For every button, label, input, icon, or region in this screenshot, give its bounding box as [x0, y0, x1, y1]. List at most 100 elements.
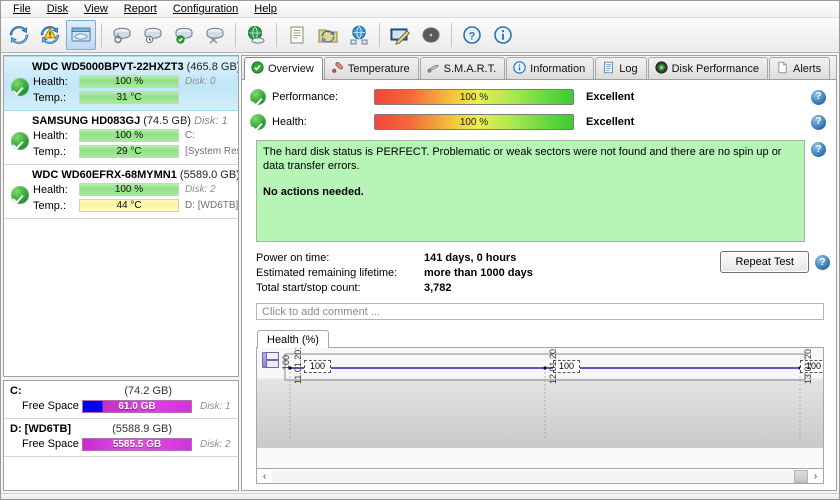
start-stop-count-label: Total start/stop count: — [256, 282, 361, 294]
help-question-icon[interactable] — [815, 255, 830, 270]
status-action-text: No actions needed. — [263, 186, 364, 198]
menu-view[interactable]: View — [76, 2, 116, 16]
tab-disk-performance-label: Disk Performance — [671, 62, 759, 75]
refresh-icon[interactable] — [4, 20, 34, 50]
chart-y-axis-label: 100 — [281, 354, 291, 370]
disk-temp-bar-2: 44 °C — [79, 199, 179, 212]
thermometer-icon — [331, 61, 344, 77]
disk-side-bottom-2: D: [WD6TB] — [185, 200, 239, 211]
chart-tab-health[interactable]: Health (%) — [257, 330, 329, 348]
chart-scroll-thumb[interactable] — [794, 469, 808, 483]
disk-ok-icon[interactable] — [169, 20, 199, 50]
volume-name-d: D: [WD6TB] — [10, 423, 72, 435]
menu-view-label: View — [84, 3, 108, 15]
volume-capacity-d: (5588.9 GB) — [112, 423, 172, 435]
tab-temperature[interactable]: Temperature — [323, 57, 419, 79]
menu-help[interactable]: Help — [246, 2, 285, 16]
chart-horizontal-scrollbar[interactable]: ‹ › — [256, 469, 824, 484]
performance-label: Performance: — [272, 91, 339, 103]
status-message-row: The hard disk status is PERFECT. Problem… — [250, 136, 830, 242]
disk-platter-icon[interactable] — [416, 20, 446, 50]
performance-rating: Excellent — [586, 91, 635, 103]
repeat-test-button[interactable]: Repeat Test — [720, 251, 809, 273]
chart-scroll-right-arrow[interactable]: › — [808, 470, 823, 483]
chart-tab-strip: Health (%) — [256, 328, 824, 348]
tab-information[interactable]: Information — [506, 57, 595, 79]
volume-free-row-c: Free Space 61.0 GB Disk: 1 — [10, 398, 234, 414]
ok-check-icon — [11, 132, 29, 150]
disk-list-item-2[interactable]: WDC WD60EFRX-68MYMN1 (5589.0 GB) Health:… — [4, 165, 238, 219]
disk-metrics-0: Health: 100 % Disk: 0 Temp.: 31 °C — [8, 74, 234, 106]
tab-log[interactable]: Log — [595, 57, 647, 79]
tab-smart[interactable]: S.M.A.R.T. — [419, 57, 506, 79]
disk-lock-icon[interactable] — [107, 20, 137, 50]
menu-file[interactable]: File — [5, 2, 39, 16]
window-icon[interactable] — [66, 20, 96, 50]
disk-side-top-1: C: — [185, 130, 195, 141]
main-split: WDC WD5000BPVT-22HXZT3 (465.8 GB) Health… — [1, 53, 839, 493]
tab-disk-performance[interactable]: Disk Performance — [647, 57, 768, 79]
chart-x-tick-2: 13.01.2015 — [803, 347, 813, 384]
menu-disk[interactable]: Disk — [39, 2, 76, 16]
chart-x-tick-1: 12.01.2015 — [548, 347, 558, 384]
volume-item-c[interactable]: C: (74.2 GB) Free Space 61.0 GB Disk: 1 — [4, 381, 238, 419]
health-chart-plot-area: 100 100 100 100 11.01.2015 12.01.2015 13… — [256, 347, 824, 469]
help-question-icon[interactable] — [811, 142, 826, 157]
help-question-icon[interactable]: ? — [457, 20, 487, 50]
menu-file-label: File — [13, 3, 31, 15]
comment-input[interactable]: Click to add comment ... — [256, 303, 824, 320]
status-message-box: The hard disk status is PERFECT. Problem… — [256, 140, 805, 242]
disk-list-item-1[interactable]: SAMSUNG HD083GJ (74.5 GB) Disk: 1 Health… — [4, 111, 238, 165]
sync-folder-icon[interactable] — [313, 20, 343, 50]
health-value: 100 % — [459, 116, 489, 128]
disk-health-bar-0: 100 % — [79, 75, 179, 88]
health-label: Health: — [272, 116, 307, 128]
disk-health-row-2: Health: 100 % Disk: 2 — [33, 182, 238, 197]
disk-temp-bar-1: 29 °C — [79, 145, 179, 158]
toolbar-separator — [101, 23, 102, 47]
tab-alerts-label: Alerts — [792, 62, 822, 75]
volume-free-bar-c: 61.0 GB — [82, 399, 192, 413]
disk-temp-label-0: Temp.: — [33, 91, 67, 104]
help-question-icon[interactable] — [811, 114, 826, 130]
chart-scroll-track[interactable] — [272, 469, 808, 483]
globe-disk-icon[interactable] — [241, 20, 271, 50]
disk-list-item-0[interactable]: WDC WD5000BPVT-22HXZT3 (465.8 GB) Health… — [4, 56, 238, 111]
volume-item-d[interactable]: D: [WD6TB] (5588.9 GB) Free Space 5585.5… — [4, 419, 238, 457]
help-question-icon[interactable] — [811, 89, 826, 105]
tab-alerts[interactable]: Alerts — [768, 57, 831, 79]
tab-overview[interactable]: Overview — [244, 57, 323, 80]
tab-smart-label: S.M.A.R.T. — [443, 62, 497, 75]
report-icon[interactable] — [282, 20, 312, 50]
menu-configuration[interactable]: Configuration — [165, 2, 246, 16]
toolbar-separator — [379, 23, 380, 47]
disk-health-bar-2: 100 % — [79, 183, 179, 196]
volume-title-d: D: [WD6TB] (5588.9 GB) — [10, 422, 234, 436]
disk-model-0: WDC WD5000BPVT-22HXZT3 — [32, 61, 184, 73]
disk-temp-bar-0: 31 °C — [79, 91, 179, 104]
volume-free-bar-d: 5585.5 GB — [82, 437, 192, 451]
disk-side-top-0: Disk: 0 — [185, 76, 216, 87]
disk-capacity-2: (5589.0 GB) — [179, 169, 239, 181]
disk-tools-icon[interactable] — [200, 20, 230, 50]
toolbar-separator — [235, 23, 236, 47]
volume-name-c: C: — [10, 385, 22, 397]
network-globe-icon[interactable] — [344, 20, 374, 50]
disk-temp-row-1: Temp.: 29 °C [System Rese — [33, 144, 238, 159]
hdd-health-app-window: File Disk View Report Configuration Help — [0, 0, 840, 500]
disk-health-label-2: Health: — [33, 183, 68, 196]
tab-strip: Overview Temperature S.M.A.R.T. Informat… — [242, 56, 836, 80]
health-chart-svg — [257, 348, 823, 448]
status-message-text: The hard disk status is PERFECT. Problem… — [263, 146, 782, 172]
info-icon[interactable] — [488, 20, 518, 50]
disk-clock-icon[interactable] — [138, 20, 168, 50]
warning-refresh-icon[interactable] — [35, 20, 65, 50]
left-column: WDC WD5000BPVT-22HXZT3 (465.8 GB) Health… — [3, 55, 239, 491]
remaining-lifetime-label: Estimated remaining lifetime: — [256, 267, 398, 279]
screen-edit-icon[interactable] — [385, 20, 415, 50]
chart-scroll-left-arrow[interactable]: ‹ — [257, 470, 272, 483]
volume-capacity-c: (74.2 GB) — [124, 385, 172, 397]
menu-report[interactable]: Report — [116, 2, 165, 16]
save-floppy-icon[interactable] — [262, 352, 279, 368]
tab-log-label: Log — [619, 62, 638, 75]
